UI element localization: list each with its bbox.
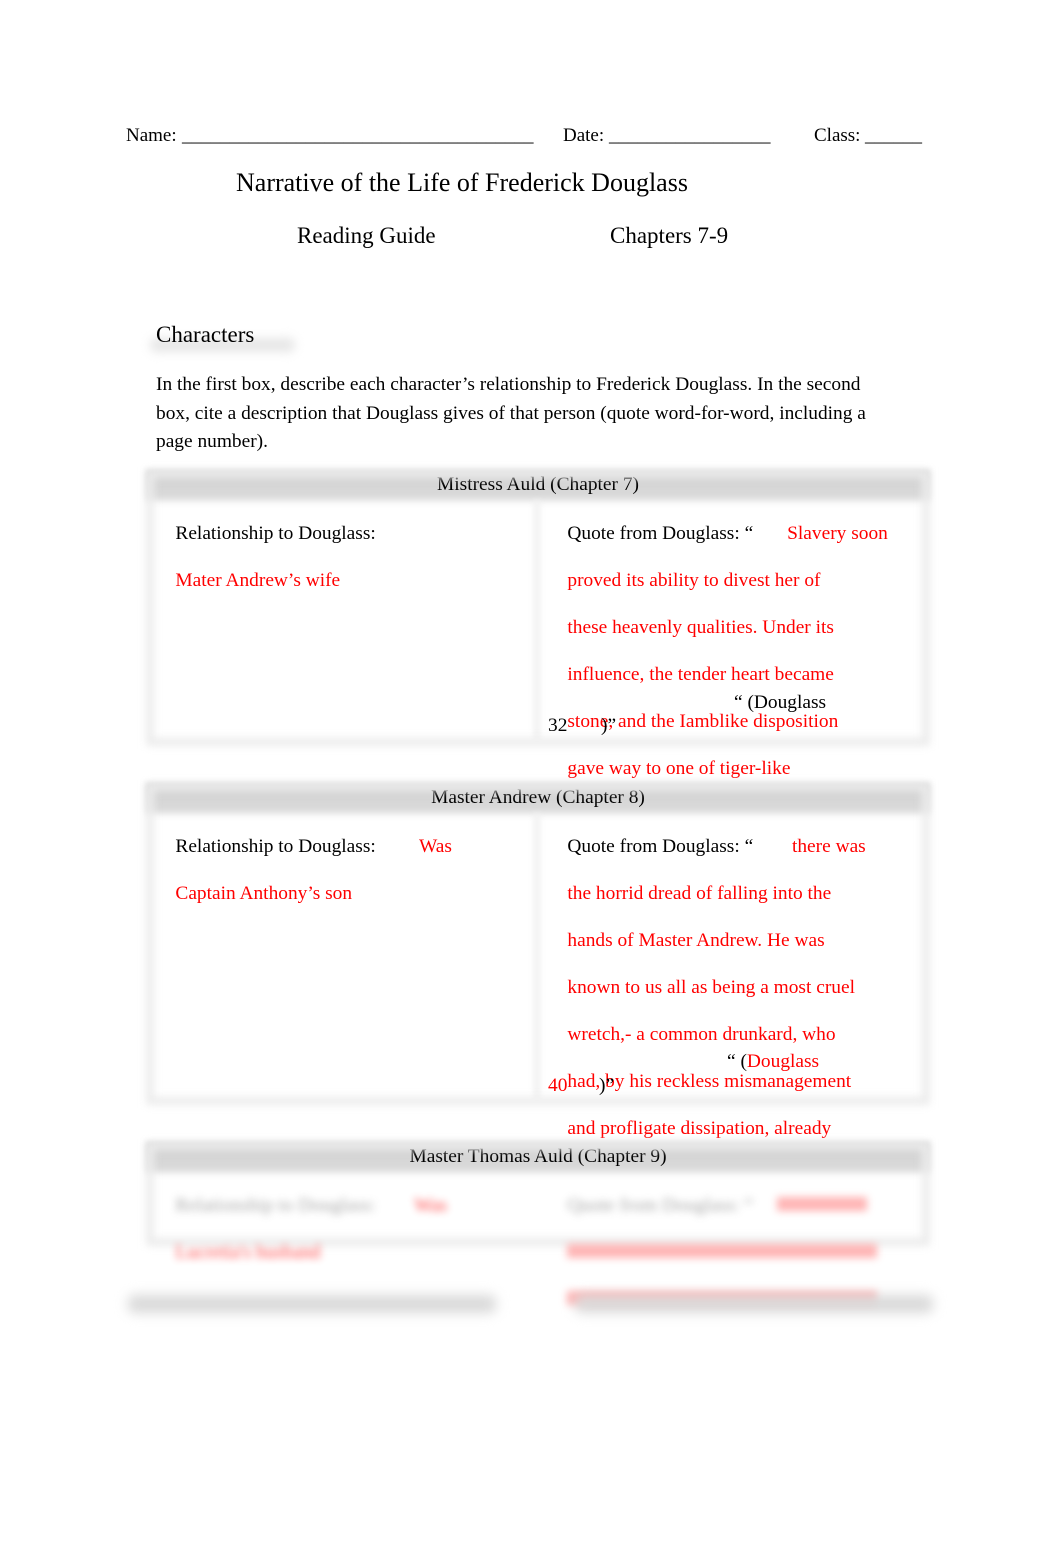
page-number[interactable]: 32	[548, 715, 567, 737]
relationship-cell[interactable]: Relationship to Douglass: Mater Andrew’s…	[156, 498, 376, 616]
subtitle-reading-guide: Reading Guide	[297, 223, 436, 248]
quote-line[interactable]: influence, the tender heart became	[567, 664, 833, 685]
quote-answer-first[interactable]: there was	[792, 836, 866, 857]
box-title: Master Andrew (Chapter 8)	[431, 787, 645, 808]
blurred-quote-line	[567, 1243, 878, 1258]
citation-open: “ (Douglass	[727, 1051, 819, 1073]
relationship-answer[interactable]: Captain Anthony’s son	[175, 883, 352, 904]
character-box-master-andrew: Master Andrew (Chapter 8) Relationship t…	[146, 783, 930, 1233]
citation-close: )”	[599, 1075, 615, 1096]
character-box-mistress-auld: Mistress Auld (Chapter 7) Relationship t…	[146, 470, 930, 826]
citation-author[interactable]: Douglass	[747, 1051, 819, 1072]
class-field[interactable]: ______	[865, 125, 922, 147]
quote-line[interactable]: known to us all as being a most cruel	[567, 977, 855, 998]
relationship-answer-first[interactable]: Was	[419, 836, 452, 857]
date-field[interactable]: _________________	[609, 125, 771, 147]
quote-label: Quote from Douglass: “	[567, 522, 754, 544]
relationship-cell: Relationship to Douglass: Was Lucretia's…	[156, 1170, 447, 1288]
relationship-label: Relationship to Douglass:	[175, 522, 376, 544]
quote-line[interactable]: the horrid dread of falling into the	[567, 883, 831, 904]
footer-left-blurred	[128, 1295, 496, 1313]
document-title: Narrative of the Life of Frederick Dougl…	[236, 168, 688, 197]
citation-open: “ (Douglass	[734, 692, 827, 713]
column-divider	[534, 813, 540, 1099]
quote-label: Quote from Douglass: “	[567, 835, 754, 857]
relationship-answer-first: Was	[414, 1194, 448, 1216]
citation-open-mark: “ (	[727, 1051, 747, 1072]
column-divider	[534, 500, 540, 740]
quote-line[interactable]: hands of Master Andrew. He was	[567, 930, 824, 951]
footer-right-blurred	[575, 1295, 933, 1313]
quote-line[interactable]: proved its ability to divest her of	[567, 570, 820, 591]
section-heading: Characters	[156, 322, 255, 347]
box-title: Mistress Auld (Chapter 7)	[437, 474, 639, 495]
relationship-cell[interactable]: Relationship to Douglass: Was Captain An…	[156, 811, 452, 929]
quote-line[interactable]: these heavenly qualities. Under its	[567, 617, 834, 638]
character-box-master-thomas-auld: Master Thomas Auld (Chapter 9) Relations…	[146, 1142, 930, 1305]
quote-label: Quote from Douglass: “	[567, 1194, 754, 1216]
citation-close: )”	[601, 715, 617, 736]
quote-line[interactable]: gave way to one of tiger-like	[567, 758, 790, 779]
relationship-answer[interactable]: Mater Andrew’s wife	[175, 570, 340, 591]
instructions: In the first box, describe each characte…	[156, 374, 866, 452]
name-label: Name:	[126, 125, 177, 146]
page-number[interactable]: 40	[548, 1075, 567, 1097]
box-title: Master Thomas Auld (Chapter 9)	[409, 1146, 667, 1167]
relationship-label: Relationship to Douglass:	[175, 1194, 376, 1216]
relationship-answer: Lucretia's husband	[175, 1241, 321, 1263]
relationship-label: Relationship to Douglass:	[175, 835, 376, 857]
quote-line[interactable]: wretch,- a common drunkard, who	[567, 1024, 835, 1045]
quote-answer-first[interactable]: Slavery soon	[787, 523, 888, 544]
class-label: Class:	[814, 125, 861, 146]
name-field[interactable]: _____________________________________	[182, 125, 534, 147]
quote-line[interactable]: and profligate dissipation, already	[567, 1118, 831, 1139]
subtitle-chapters: Chapters 7-9	[610, 223, 729, 248]
date-label: Date:	[563, 125, 605, 146]
